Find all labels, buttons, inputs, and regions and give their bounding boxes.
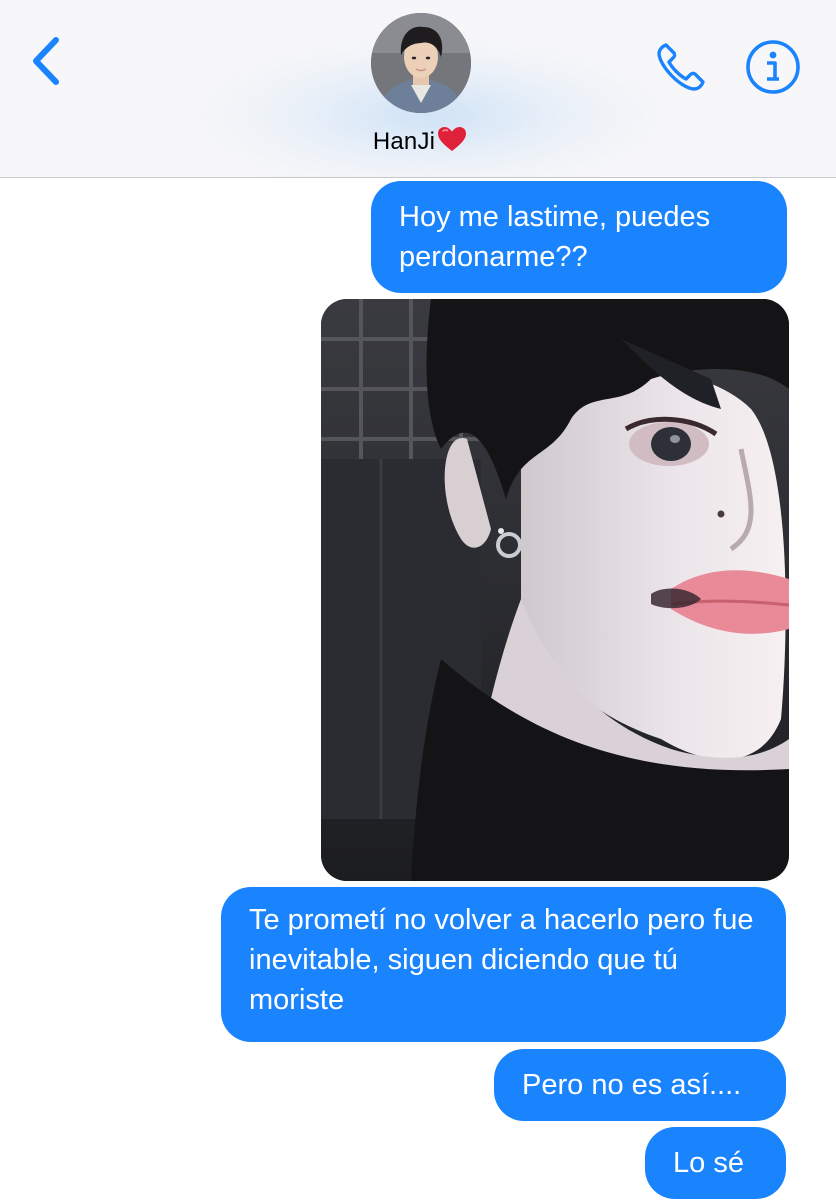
heart-emoji-icon (438, 127, 467, 151)
message-bubble-outgoing[interactable]: Hoy me lastime, puedes perdonarme?? (371, 181, 787, 293)
chevron-left-icon (33, 37, 59, 85)
message-bubble-outgoing[interactable]: Pero no es así.... (494, 1049, 786, 1121)
image-message[interactable] (321, 299, 789, 881)
message-text: Pero no es así.... (522, 1069, 742, 1101)
message-bubble-outgoing[interactable]: Te prometí no volver a hacerlo pero fue … (221, 887, 786, 1042)
call-button[interactable] (650, 36, 712, 98)
back-button[interactable] (22, 30, 72, 90)
contact-avatar[interactable] (371, 13, 471, 113)
contact-name[interactable]: HanJi (300, 126, 540, 156)
message-text: Te prometí no volver a hacerlo pero fue … (249, 904, 754, 1016)
message-text: Hoy me lastime, puedes perdonarme?? (399, 201, 711, 273)
message-bubble-outgoing[interactable]: Lo sé (645, 1127, 786, 1199)
avatar-photo (371, 13, 471, 113)
phone-icon (657, 43, 705, 91)
photo-attachment (321, 299, 789, 881)
info-button[interactable] (744, 38, 802, 96)
message-text: Lo sé (673, 1147, 744, 1179)
contact-name-label: HanJi (372, 128, 436, 155)
info-icon (746, 40, 800, 94)
conversation-header: HanJi (0, 0, 836, 178)
header-divider (0, 177, 836, 178)
